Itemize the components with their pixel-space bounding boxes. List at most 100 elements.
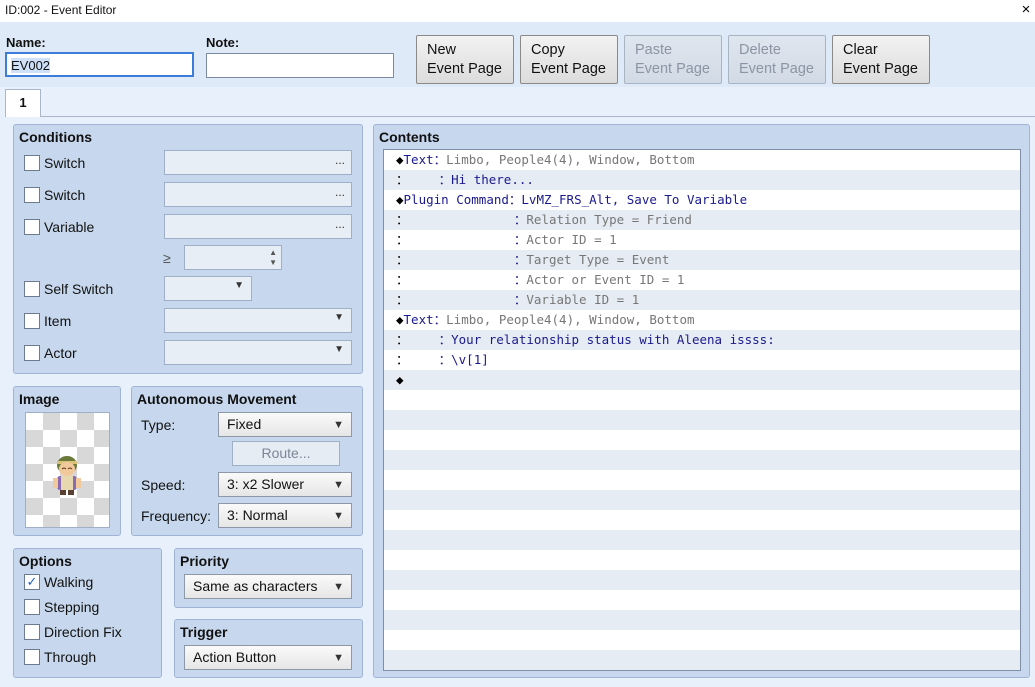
- command-line[interactable]: ： ：Variable ID = 1: [396, 290, 639, 310]
- command-segment: \v[1]: [451, 352, 489, 367]
- event-command-list[interactable]: ◆Text：Limbo, People4(4), Window, Bottom：…: [383, 149, 1021, 671]
- command-segment: Variable ID = 1: [526, 292, 640, 307]
- note-label: Note:: [206, 35, 240, 50]
- image-title: Image: [19, 391, 60, 407]
- switch2-label: Switch: [44, 187, 86, 203]
- speed-value: 3: x2 Slower: [227, 476, 305, 492]
- frequency-select[interactable]: 3: Normal ▼: [218, 503, 352, 528]
- trigger-value: Action Button: [193, 649, 277, 665]
- command-segment: Text: [403, 152, 434, 167]
- through-label: Through: [44, 649, 97, 665]
- variable-selector[interactable]: ...: [164, 214, 352, 239]
- item-label: Item: [44, 313, 72, 329]
- chevron-down-icon: ▼: [333, 581, 344, 593]
- variable-checkbox[interactable]: [24, 219, 40, 235]
- command-line[interactable]: ◆Plugin Command：LvMZ_FRS_Alt, Save To Va…: [396, 190, 747, 210]
- movement-type-select[interactable]: Fixed ▼: [218, 412, 352, 437]
- variable-value-spinner[interactable]: ▲ ▼: [184, 245, 282, 270]
- copy-button-line2: Event Page: [531, 61, 606, 77]
- paste-event-page-button[interactable]: Paste Event Page: [624, 35, 722, 84]
- copy-event-page-button[interactable]: Copy Event Page: [520, 35, 618, 84]
- new-event-page-button[interactable]: New Event Page: [416, 35, 514, 84]
- command-line[interactable]: ： ：Target Type = Event: [396, 250, 669, 270]
- options-title: Options: [19, 553, 72, 569]
- clear-event-page-button[interactable]: Clear Event Page: [832, 35, 930, 84]
- command-line[interactable]: ： ：Actor or Event ID = 1: [396, 270, 684, 290]
- stepping-checkbox[interactable]: [24, 599, 40, 615]
- switch1-label: Switch: [44, 155, 86, 171]
- trigger-select[interactable]: Action Button ▼: [184, 645, 352, 670]
- self-switch-select[interactable]: ▼: [164, 276, 252, 301]
- route-button[interactable]: Route...: [232, 441, 340, 466]
- command-segment: Actor ID = 1: [526, 232, 617, 247]
- through-checkbox[interactable]: [24, 649, 40, 665]
- item-select[interactable]: ▼: [164, 308, 352, 333]
- conditions-title: Conditions: [19, 129, 93, 145]
- delete-button-line1: Delete: [739, 42, 781, 58]
- command-line[interactable]: ： ：Your relationship status with Aleena …: [396, 330, 775, 350]
- command-segment: Relation Type = Friend: [526, 212, 692, 227]
- clear-button-line2: Event Page: [843, 61, 918, 77]
- switch1-checkbox[interactable]: [24, 155, 40, 171]
- command-segment: LvMZ_FRS_Alt, Save To Variable: [521, 192, 748, 207]
- actor-select[interactable]: ▼: [164, 340, 352, 365]
- spinner-up-icon[interactable]: ▲: [269, 248, 277, 257]
- command-bullet-icon: ◆: [396, 312, 404, 327]
- contents-title: Contents: [379, 129, 440, 145]
- command-line[interactable]: ： ：Hi there...: [396, 170, 534, 190]
- close-icon[interactable]: ×: [1019, 0, 1033, 20]
- copy-button-line1: Copy: [531, 42, 565, 58]
- command-bullet-icon: ◆: [396, 152, 404, 167]
- variable-dots: ...: [334, 217, 345, 231]
- self-switch-checkbox[interactable]: [24, 281, 40, 297]
- chevron-down-icon: ▼: [333, 479, 344, 491]
- name-label: Name:: [6, 35, 46, 50]
- movement-title: Autonomous Movement: [137, 391, 297, 407]
- name-input[interactable]: EV002: [5, 52, 194, 77]
- new-button-line1: New: [427, 42, 457, 58]
- actor-checkbox[interactable]: [24, 345, 40, 361]
- command-line[interactable]: ◆: [396, 370, 404, 390]
- priority-value: Same as characters: [193, 578, 318, 594]
- spinner-down-icon[interactable]: ▼: [269, 258, 277, 267]
- switch2-selector[interactable]: ...: [164, 182, 352, 207]
- direction-fix-checkbox[interactable]: [24, 624, 40, 640]
- switch2-checkbox[interactable]: [24, 187, 40, 203]
- direction-fix-label: Direction Fix: [44, 624, 122, 640]
- command-line[interactable]: ◆Text：Limbo, People4(4), Window, Bottom: [396, 150, 695, 170]
- command-line[interactable]: ： ：\v[1]: [396, 350, 489, 370]
- command-line[interactable]: ： ：Relation Type = Friend: [396, 210, 692, 230]
- switch2-dots: ...: [334, 185, 345, 199]
- delete-event-page-button[interactable]: Delete Event Page: [728, 35, 826, 84]
- paste-button-line2: Event Page: [635, 61, 710, 77]
- command-segment: ：: [408, 332, 452, 347]
- command-segment: Hi there...: [451, 172, 534, 187]
- continuation-marker: ：: [396, 292, 409, 307]
- note-input[interactable]: [206, 53, 394, 78]
- command-line[interactable]: ◆Text：Limbo, People4(4), Window, Bottom: [396, 310, 695, 330]
- type-label: Type:: [141, 417, 176, 433]
- switch1-dots: ...: [334, 153, 345, 167]
- command-segment: Plugin Command: [403, 192, 509, 207]
- command-line[interactable]: ： ：Actor ID = 1: [396, 230, 617, 250]
- title-bar: ID:002 - Event Editor: [0, 0, 1035, 22]
- continuation-marker: ：: [396, 252, 409, 267]
- item-checkbox[interactable]: [24, 313, 40, 329]
- command-segment: ：: [408, 352, 452, 367]
- delete-button-line2: Event Page: [739, 61, 814, 77]
- command-segment: ：: [408, 292, 527, 307]
- speed-select[interactable]: 3: x2 Slower ▼: [218, 472, 352, 497]
- movement-type-value: Fixed: [227, 416, 262, 432]
- command-segment: ：: [508, 192, 522, 207]
- paste-button-line1: Paste: [635, 42, 673, 58]
- tab-page-1[interactable]: 1: [5, 89, 41, 117]
- command-segment: ：: [408, 272, 527, 287]
- command-segment: Target Type = Event: [526, 252, 670, 267]
- command-segment: ：: [408, 212, 527, 227]
- walking-checkbox[interactable]: ✓: [24, 574, 40, 590]
- clear-button-line1: Clear: [843, 42, 878, 58]
- command-bullet-icon: ◆: [396, 372, 404, 387]
- switch1-selector[interactable]: ...: [164, 150, 352, 175]
- character-image-box[interactable]: [25, 412, 110, 528]
- priority-select[interactable]: Same as characters ▼: [184, 574, 352, 599]
